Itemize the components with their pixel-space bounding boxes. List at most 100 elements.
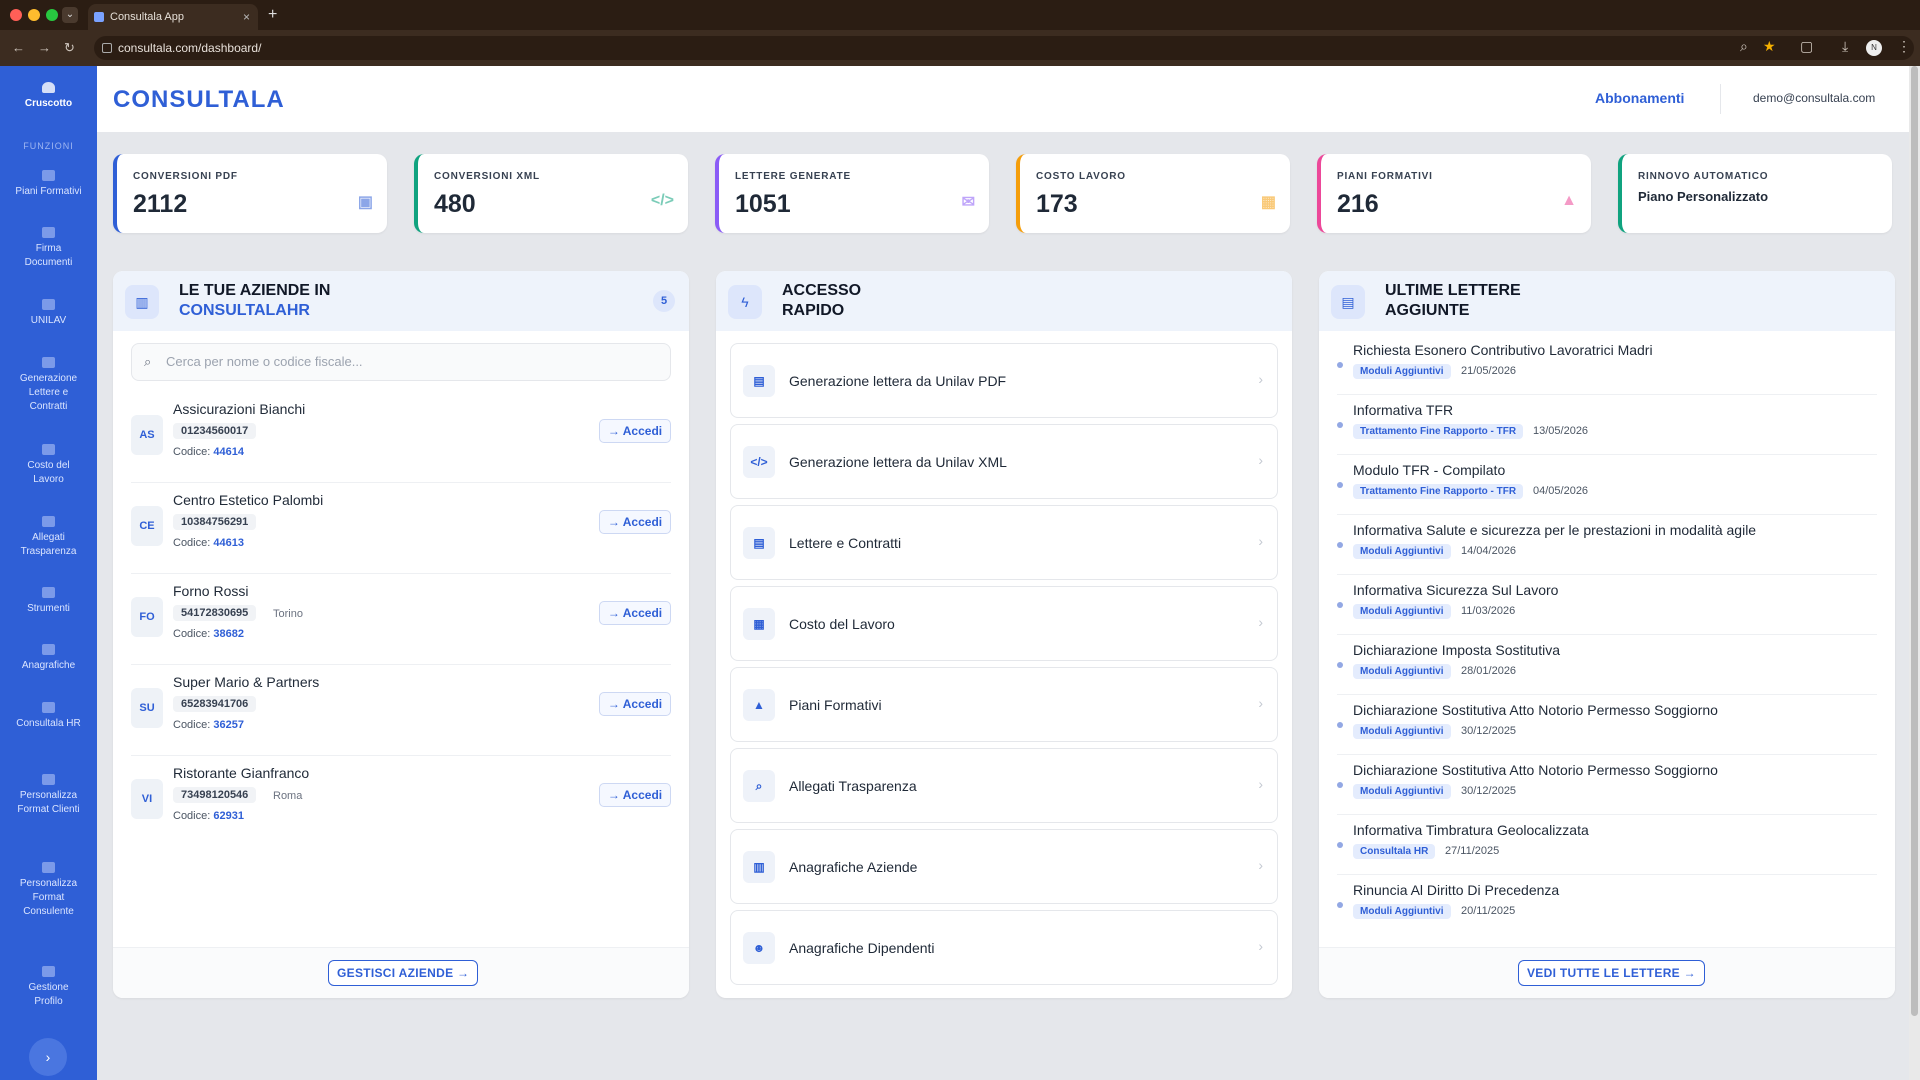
letter-row[interactable]: Rinuncia Al Diritto Di Precedenza Moduli … <box>1337 875 1877 935</box>
sidebar-item-cruscotto[interactable]: Cruscotto <box>0 82 97 111</box>
sidebar-item-gestione-profilo[interactable]: Gestione Profilo <box>0 966 97 1009</box>
chevron-right-icon: › <box>1258 938 1263 954</box>
back-icon[interactable]: ← <box>12 40 25 55</box>
quick-link-anagrafiche-aziende[interactable]: ▥ Anagrafiche Aziende › <box>730 829 1278 904</box>
quick-link-lettere-contratti[interactable]: ▤ Lettere e Contratti › <box>730 505 1278 580</box>
profile-avatar[interactable]: N <box>1866 40 1882 56</box>
cog-icon <box>42 862 55 873</box>
letter-row[interactable]: Dichiarazione Sostitutiva Atto Notorio P… <box>1337 755 1877 815</box>
quick-link-piani-formativi[interactable]: ▲ Piani Formativi › <box>730 667 1278 742</box>
abbonamenti-link[interactable]: Abbonamenti <box>1595 90 1684 106</box>
quick-link-unilav-xml[interactable]: </> Generazione lettera da Unilav XML › <box>730 424 1278 499</box>
letter-row[interactable]: Informativa Sicurezza Sul Lavoro Moduli A… <box>1337 575 1877 635</box>
accedi-button[interactable]: → Accedi <box>599 601 671 625</box>
gestisci-aziende-button[interactable]: GESTISCI AZIENDE → <box>328 960 479 986</box>
user-icon <box>42 966 55 977</box>
sidebar-item-piani-formativi[interactable]: Piani Formativi <box>0 170 97 199</box>
sidebar-item-strumenti[interactable]: Strumenti <box>0 587 97 616</box>
extensions-icon[interactable]: ▢ <box>1800 38 1813 55</box>
favicon-icon <box>94 12 104 22</box>
company-avatar: FO <box>131 597 163 637</box>
reload-icon[interactable]: ↻ <box>64 40 75 56</box>
building-icon: ▥ <box>125 285 159 319</box>
quick-link-allegati-trasparenza[interactable]: ⌕ Allegati Trasparenza › <box>730 748 1278 823</box>
sidebar-item-unilav[interactable]: UNILAV <box>0 299 97 328</box>
letter-date: 11/03/2026 <box>1461 605 1516 617</box>
quick-link-label: Costo del Lavoro <box>789 616 895 632</box>
bullet-dot <box>1337 362 1343 368</box>
bullet-dot <box>1337 482 1343 488</box>
letter-title: Richiesta Esonero Contributivo Lavoratri… <box>1353 342 1653 358</box>
stat-value: 1051 <box>735 190 791 218</box>
new-tab-button[interactable]: + <box>268 6 277 24</box>
bullet-dot <box>1337 722 1343 728</box>
letter-title: Dichiarazione Sostitutiva Atto Notorio P… <box>1353 762 1718 778</box>
stat-value: 216 <box>1337 190 1379 218</box>
quick-link-label: Allegati Trasparenza <box>789 778 917 794</box>
page-scrollbar[interactable] <box>1909 66 1920 1080</box>
companies-count-badge: 5 <box>653 290 675 312</box>
bullet-dot <box>1337 422 1343 428</box>
graduation-cap-icon: ▲ <box>743 689 775 721</box>
stat-card-lettere-generate: LETTERE GENERATE 1051 ✉ <box>715 154 989 233</box>
stat-card-rinnovo-automatico: RINNOVO AUTOMATICO Piano Personalizzato <box>1618 154 1892 233</box>
sidebar-item-anagrafiche[interactable]: Anagrafiche <box>0 644 97 673</box>
letter-date: 27/11/2025 <box>1445 845 1500 857</box>
letter-date: 13/05/2026 <box>1533 425 1589 437</box>
sidebar-item-costo-lavoro[interactable]: Costo del Lavoro <box>0 444 97 487</box>
company-row: AS Assicurazioni Bianchi 01234560017 Cod… <box>131 393 671 483</box>
accedi-button[interactable]: → Accedi <box>599 419 671 443</box>
maximize-window-button[interactable] <box>46 9 58 21</box>
stat-card-conversioni-pdf: CONVERSIONI PDF 2112 ▣ <box>113 154 387 233</box>
tab-close-button[interactable]: × <box>243 4 250 30</box>
url-bar[interactable]: consultala.com/dashboard/ <box>94 36 1914 60</box>
letter-row[interactable]: Informativa Salute e sicurezza per le pr… <box>1337 515 1877 575</box>
letter-row[interactable]: Modulo TFR - Compilato Trattamento Fine R… <box>1337 455 1877 515</box>
forward-icon[interactable]: → <box>38 40 51 55</box>
minimize-window-button[interactable] <box>28 9 40 21</box>
document-icon: ▤ <box>743 527 775 559</box>
chevron-right-icon: › <box>1258 371 1263 387</box>
company-row: FO Forno Rossi 54172830695 Torino Codice… <box>131 575 671 665</box>
company-name: Ristorante Gianfranco <box>173 765 310 781</box>
sidebar-item-personalizza-format-consulente[interactable]: Personalizza Format Consulente <box>0 862 97 919</box>
letter-row[interactable]: Informativa Timbratura Geolocalizzata Con… <box>1337 815 1877 875</box>
quick-link-anagrafiche-dipendenti[interactable]: ☻ Anagrafiche Dipendenti › <box>730 910 1278 985</box>
company-search-input[interactable]: ⌕ Cerca per nome o codice fiscale... <box>131 343 671 381</box>
bullet-dot <box>1337 542 1343 548</box>
tab-title: Consultala App <box>110 11 184 23</box>
close-window-button[interactable] <box>10 9 22 21</box>
letter-category-tag: Moduli Aggiuntivi <box>1353 724 1451 739</box>
letter-row[interactable]: Informativa TFR Trattamento Fine Rapporto… <box>1337 395 1877 455</box>
calculator-icon: ▦ <box>743 608 775 640</box>
quick-link-unilav-pdf[interactable]: ▤ Generazione lettera da Unilav PDF › <box>730 343 1278 418</box>
menu-icon[interactable]: ⋮ <box>1897 38 1911 55</box>
calculator-icon <box>42 444 55 455</box>
user-email[interactable]: demo@consultala.com <box>1753 91 1875 105</box>
download-icon[interactable]: ⤓ <box>1842 38 1848 55</box>
letter-title: Informativa Timbratura Geolocalizzata <box>1353 822 1589 838</box>
sidebar-item-firma-documenti[interactable]: Firma Documenti <box>0 227 97 270</box>
tab-search-button[interactable]: ⌄ <box>62 7 78 23</box>
accedi-button[interactable]: → Accedi <box>599 783 671 807</box>
stat-label: LETTERE GENERATE <box>735 171 851 182</box>
sidebar-item-personalizza-format-clienti[interactable]: Personalizza Format Clienti <box>0 774 97 817</box>
sidebar-item-consultala-hr[interactable]: Consultala HR <box>0 702 97 731</box>
quick-link-costo-lavoro[interactable]: ▦ Costo del Lavoro › <box>730 586 1278 661</box>
letter-row[interactable]: Dichiarazione Sostitutiva Atto Notorio P… <box>1337 695 1877 755</box>
company-vat: 01234560017 <box>173 423 257 439</box>
letter-row[interactable]: Richiesta Esonero Contributivo Lavoratri… <box>1337 335 1877 395</box>
letter-row[interactable]: Dichiarazione Imposta Sostitutiva Moduli … <box>1337 635 1877 695</box>
app-logo[interactable]: CONSULTALA <box>113 86 285 114</box>
browser-tab[interactable]: Consultala App × <box>88 4 258 30</box>
accedi-button[interactable]: → Accedi <box>599 692 671 716</box>
site-info-icon[interactable] <box>102 43 112 53</box>
accedi-button[interactable]: → Accedi <box>599 510 671 534</box>
sidebar-item-generazione-lettere[interactable]: Generazione Lettere e Contratti <box>0 357 97 414</box>
zoom-icon[interactable]: ⌕ <box>1740 38 1748 55</box>
sidebar-toggle-button[interactable]: › <box>29 1038 67 1076</box>
vedi-tutte-lettere-button[interactable]: VEDI TUTTE LE LETTERE → <box>1518 960 1705 986</box>
bookmark-star-icon[interactable]: ★ <box>1763 38 1776 55</box>
sidebar-item-allegati-trasparenza[interactable]: Allegati Trasparenza <box>0 516 97 559</box>
scrollbar-thumb[interactable] <box>1911 66 1918 1016</box>
